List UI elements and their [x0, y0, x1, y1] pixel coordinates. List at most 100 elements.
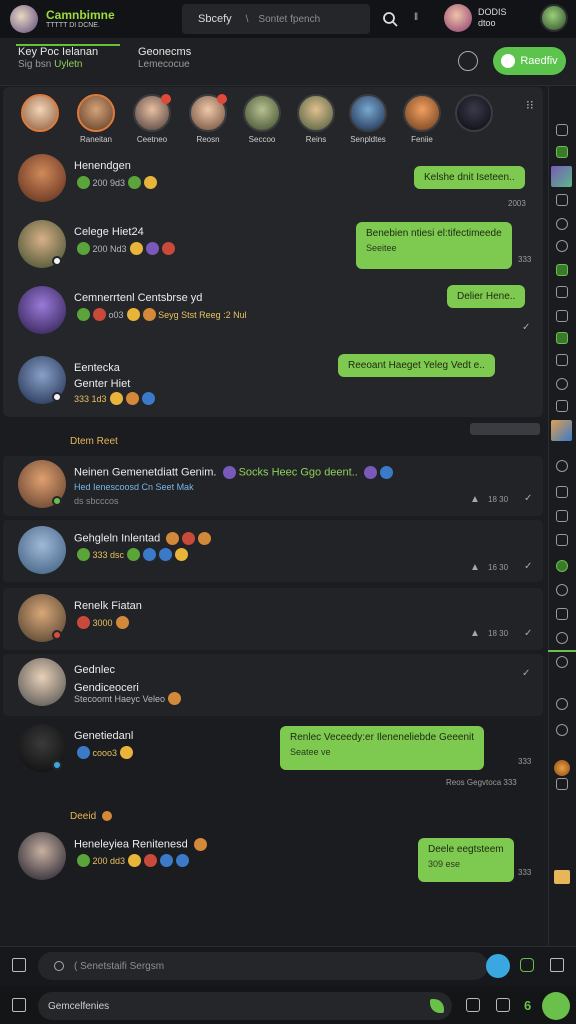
sidebar-avatar[interactable] — [554, 760, 570, 776]
message-bubble[interactable]: Deele eegtsteem 309 ese — [418, 838, 514, 882]
sidebar-badge-icon[interactable] — [556, 332, 568, 344]
sidebar-leaf-icon[interactable] — [556, 146, 568, 158]
secondary-avatar[interactable] — [540, 4, 568, 32]
sidebar-settings-icon[interactable] — [556, 354, 568, 366]
story-item[interactable]: Feniie — [402, 94, 442, 144]
sidebar-thumbnail[interactable] — [551, 420, 572, 441]
sidebar-info-icon[interactable] — [556, 698, 568, 710]
story-item[interactable] — [20, 94, 60, 135]
message-bubble[interactable]: Reeoant Haeget Yeleg Vedt e.. — [338, 354, 495, 377]
chat-row[interactable]: Neinen Gemenetdiatt Genim. Socks Heec Gg… — [18, 460, 538, 516]
pause-icon[interactable]: ‖ — [414, 12, 420, 23]
sidebar-menu-icon[interactable] — [556, 400, 568, 412]
top-search-glyph: \ — [245, 13, 249, 25]
leaf-icon[interactable] — [430, 999, 444, 1013]
sidebar-copy-icon[interactable] — [556, 510, 568, 522]
sidebar-clock-icon[interactable] — [556, 240, 568, 252]
image-icon[interactable] — [550, 958, 564, 972]
story-item[interactable]: Seccoo — [242, 94, 282, 144]
top-search-field[interactable]: Sbcefy \ Sontet fpench — [182, 4, 370, 34]
sidebar-edit-icon[interactable] — [556, 310, 568, 322]
emoji-icon — [128, 854, 142, 867]
message-bubble[interactable]: Delier Hene.. — [447, 285, 526, 308]
sticker-icon[interactable] — [496, 998, 510, 1012]
user-avatar[interactable] — [444, 4, 472, 32]
story-avatar — [297, 94, 335, 132]
expand-icon[interactable]: ⁝⁝ — [526, 98, 534, 112]
badge-icon — [77, 854, 90, 867]
story-item[interactable]: Raneitan — [76, 94, 116, 144]
message-bubble[interactable]: Benebien ntiesi el:tifectimeede Seeitee — [356, 222, 512, 269]
story-item[interactable]: Reosn — [188, 94, 228, 144]
chat-preview-text: 333 1d3 — [74, 393, 107, 404]
emoji-icon — [222, 466, 236, 479]
emoji-icon — [141, 392, 155, 405]
sidebar-chart-icon[interactable] — [556, 486, 568, 498]
ready-button[interactable]: Raedfiv — [493, 47, 566, 75]
sidebar-timer-icon[interactable] — [556, 632, 568, 644]
sidebar-gift-icon[interactable] — [556, 778, 568, 790]
like-icon[interactable]: ▲ — [470, 562, 480, 573]
sidebar-thumbnail[interactable] — [551, 166, 572, 187]
sidebar-camera-icon[interactable] — [556, 460, 568, 472]
message-bubble[interactable]: Kelshe dnit Iseteen.. — [414, 166, 525, 189]
tab-secondary-sub: Lemecocue — [138, 59, 190, 70]
tab-primary-sub: Sig bsn Uyletn — [18, 59, 98, 71]
story-item[interactable] — [454, 94, 494, 135]
story-item[interactable]: Senpldtes — [348, 94, 388, 144]
message-meta: Reos Gegvtoca 333 — [446, 778, 517, 787]
chat-row[interactable]: Renelk Fiatan 3000 — [18, 594, 538, 650]
sidebar-folder-icon[interactable] — [556, 534, 568, 546]
tab-primary[interactable]: Key Poc Ielanan Sig bsn Uyletn — [18, 46, 98, 71]
attach-icon[interactable] — [12, 998, 26, 1012]
chat-preview: o03 Seyg Stst Reeg :2 Nul — [74, 308, 247, 321]
sidebar-lock-icon[interactable] — [556, 608, 568, 620]
chat-name: Neinen Gemenetdiatt Genim. Socks Heec Gg… — [74, 466, 393, 479]
like-icon[interactable]: ▲ — [470, 628, 480, 639]
chat-preview-text: Stecoomt Haeyc Veleo — [74, 693, 166, 704]
refresh-icon[interactable] — [458, 51, 478, 71]
sidebar-folder-thumb[interactable] — [554, 870, 570, 884]
filter-button[interactable] — [486, 954, 510, 978]
send-button[interactable] — [542, 992, 570, 1020]
chat-preview: 200 Nd3 — [74, 242, 175, 255]
sidebar-help-icon[interactable] — [556, 724, 568, 736]
sidebar-doc-icon[interactable] — [556, 286, 568, 298]
like-icon[interactable]: ▲ — [470, 494, 480, 505]
message-text: Benebien ntiesi el:tifectimeede — [366, 228, 502, 239]
scroll-marker[interactable] — [470, 423, 540, 435]
tab-secondary[interactable]: Geonecms Lemecocue — [138, 46, 191, 71]
status-icon[interactable] — [520, 958, 534, 972]
home-icon[interactable] — [12, 958, 26, 972]
user-name: DODIS — [478, 7, 507, 17]
sidebar-sync-icon[interactable] — [556, 560, 568, 572]
chat-meta: 16 30 — [488, 563, 509, 572]
sidebar-status-icon[interactable] — [556, 264, 568, 276]
story-avatar — [133, 94, 171, 132]
sidebar-grid-icon[interactable] — [556, 124, 568, 136]
search-icon — [54, 961, 64, 971]
story-avatar — [21, 94, 59, 132]
chat-row[interactable]: Gednlec Gendiceoceri Stecoomt Haeyc Veleo — [18, 658, 538, 714]
sidebar-bell-icon[interactable] — [556, 378, 568, 390]
sidebar-refresh-icon[interactable] — [556, 656, 568, 668]
sidebar-moon-icon[interactable] — [556, 584, 568, 596]
message-bubble[interactable]: Renlec Veceedy:er Ileneneliebde Geeenit S… — [280, 726, 485, 770]
sidebar-tool-icon[interactable] — [556, 194, 568, 206]
story-item[interactable]: Ceetneo — [132, 94, 172, 144]
chat-meta: 18 30 — [488, 629, 509, 638]
emoji-icon — [143, 548, 157, 561]
compose-input[interactable]: Gemcelfenies — [38, 992, 452, 1020]
story-item[interactable]: Reins — [296, 94, 336, 144]
sidebar-globe-icon[interactable] — [556, 218, 568, 230]
chat-name-line2: Genter Hiet — [74, 378, 131, 390]
chat-row[interactable]: Gehgleln Inlentad 333 dsc — [18, 526, 538, 582]
search-icon[interactable] — [380, 8, 400, 30]
tab-primary-sub-b: Uyletn — [54, 59, 83, 70]
story-name: Feniie — [411, 135, 433, 144]
message-text: Delier Hene.. — [457, 291, 516, 302]
bottom-search-input[interactable]: ( Senetstaifi Sergsm — [38, 952, 488, 980]
calendar-icon[interactable] — [466, 998, 480, 1012]
read-check-icon: ✓ — [522, 668, 531, 679]
chat-name: Eentecka Genter Hiet — [74, 362, 130, 390]
